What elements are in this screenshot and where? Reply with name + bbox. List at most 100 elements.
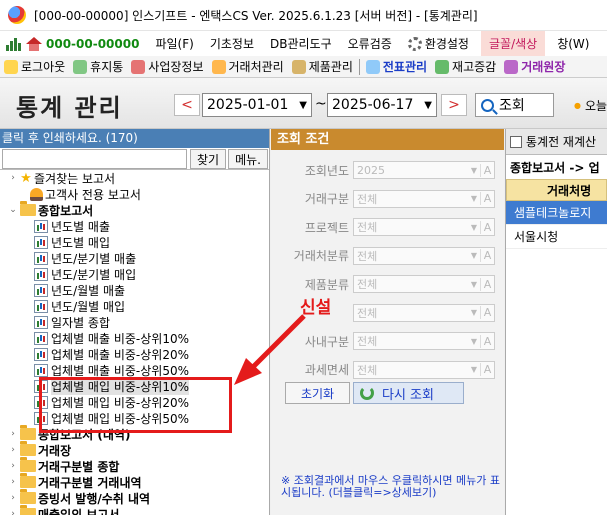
inventory-change-button[interactable]: 재고증감 (431, 56, 500, 78)
menu-basic-info[interactable]: 기초정보 (202, 31, 262, 56)
font-size-icon[interactable]: A (480, 363, 494, 376)
chevron-down-icon[interactable]: ⌄ (8, 205, 18, 215)
font-size-icon[interactable]: A (480, 220, 494, 234)
menu-file[interactable]: 파일(F) (147, 31, 201, 56)
tree-item[interactable]: 업체별 매출 비중-상위50% (34, 362, 189, 378)
prev-period-button[interactable]: < (174, 94, 200, 116)
condition-select[interactable]: 전체 ▼ A (353, 218, 495, 236)
menu-error-check[interactable]: 오류검증 (340, 31, 400, 56)
chevron-down-icon[interactable]: ▼ (468, 308, 480, 317)
next-period-button[interactable]: > (441, 94, 467, 116)
folder-icon (20, 201, 36, 216)
tree-item[interactable]: › 거래구분별 종합 (8, 457, 119, 474)
condition-select[interactable]: 전체 ▼ A (353, 189, 495, 208)
chevron-right-icon[interactable]: › (8, 173, 18, 183)
tree-item[interactable]: 년도별 매출 (34, 218, 110, 234)
tree-item[interactable]: 년도별 매입 (34, 234, 110, 250)
chevron-down-icon[interactable]: ▼ (468, 166, 480, 175)
chevron-down-icon[interactable]: ▼ (468, 223, 480, 232)
chevron-down-icon[interactable]: ▼ (468, 280, 480, 289)
key-icon (4, 59, 18, 74)
font-size-icon[interactable]: A (480, 192, 494, 205)
condition-select[interactable]: 전체 ▼ A (353, 246, 495, 265)
report-icon (34, 251, 48, 265)
chevron-right-icon[interactable]: › (8, 477, 18, 487)
font-size-icon[interactable]: A (480, 334, 494, 348)
people-icon (211, 59, 226, 74)
chevron-right-icon[interactable]: › (8, 429, 18, 439)
font-size-icon[interactable]: A (480, 163, 494, 177)
condition-select[interactable]: 2025 ▼ A (353, 161, 495, 179)
chevron-down-icon[interactable]: ▼ (468, 365, 480, 374)
tree-item[interactable]: › ★ 즐겨찾는 보고서 (8, 170, 115, 186)
table-row[interactable]: 샘플테크놀로지 (506, 201, 607, 225)
chevron-down-icon[interactable]: ▼ (468, 337, 480, 346)
tree-item[interactable]: › 증빙서 발행/수취 내역 (8, 489, 150, 506)
chevron-right-icon[interactable]: › (8, 509, 18, 515)
font-size-icon[interactable]: A (480, 306, 494, 319)
tree-item[interactable]: 업체별 매출 비중-상위10% (34, 330, 189, 346)
tree-item[interactable]: 년도/월별 매출 (34, 282, 125, 298)
chevron-down-icon[interactable]: ▼ (468, 251, 480, 260)
condition-row: 거래구분 전체 ▼ A (271, 189, 504, 208)
tree-item[interactable]: 일자별 종합 (34, 314, 110, 330)
search-button[interactable]: 조회 (475, 93, 554, 117)
table-row[interactable]: 서울시청 (506, 225, 607, 249)
tree-item[interactable]: 업체별 매출 비중-상위20% (34, 346, 189, 362)
menu-window[interactable]: 창(W) (549, 31, 597, 56)
report-icon (34, 267, 48, 281)
reset-button[interactable]: 초기화 (285, 382, 350, 404)
today-button[interactable]: 오늘 (574, 97, 607, 114)
product-management-button[interactable]: 제품관리 (288, 56, 357, 78)
column-header-client-name[interactable]: 거래처명 (506, 179, 607, 201)
find-button[interactable]: 찾기 (190, 149, 227, 169)
condition-select[interactable]: 전체 ▼ A (353, 275, 495, 293)
date-from-field[interactable]: 2025-01-01 ▼ (202, 93, 312, 117)
logout-button[interactable]: 로그아웃 (0, 56, 69, 78)
condition-label: 거래구분 (304, 192, 349, 206)
tree-item[interactable]: ⌄ 종합보고서 (8, 201, 93, 218)
home-icon[interactable] (26, 36, 42, 51)
chevron-down-icon[interactable]: ▼ (299, 100, 307, 111)
date-to-field[interactable]: 2025-06-17 ▼ (327, 93, 437, 117)
tree-item[interactable]: › 매출입외 보고서 (8, 505, 119, 515)
chevron-right-icon[interactable]: › (8, 493, 18, 503)
bar-chart-icon[interactable] (6, 37, 22, 51)
tree-item[interactable]: 고객사 전용 보고서 (18, 186, 141, 202)
tree-search-input[interactable] (2, 149, 187, 169)
tree-item[interactable]: 년도/분기별 매출 (34, 250, 136, 266)
tree-item[interactable]: 년도/분기별 매입 (34, 266, 136, 282)
tree-item[interactable]: 년도/월별 매입 (34, 298, 125, 314)
voucher-management-button[interactable]: 전표관리 (362, 56, 431, 78)
new-items-highlight-box (39, 377, 232, 433)
gear-icon (407, 36, 422, 51)
condition-select[interactable]: 전체 ▼ A (353, 360, 495, 379)
recalc-tab[interactable]: 통계전 재계산 (506, 129, 607, 155)
chevron-right-icon[interactable]: › (8, 461, 18, 471)
chevron-right-icon[interactable]: › (8, 445, 18, 455)
tree-item-label: 년도별 매입 (51, 235, 111, 250)
chevron-down-icon[interactable]: ▼ (424, 100, 432, 111)
client-management-button[interactable]: 거래처관리 (208, 56, 288, 78)
tree-item[interactable]: › 거래장 (8, 441, 71, 458)
condition-select[interactable]: 전체 ▼ A (353, 332, 495, 350)
condition-label: 제품분류 (304, 277, 349, 292)
new-items-annotation: 신설 (300, 298, 332, 318)
tree-item-label: 업체별 매출 비중-상위50% (51, 363, 189, 378)
retry-search-button[interactable]: 다시 조회 (353, 382, 464, 404)
font-size-icon[interactable]: A (480, 249, 494, 262)
font-size-icon[interactable]: A (480, 277, 494, 291)
menu-button[interactable]: 메뉴. (228, 149, 268, 169)
menu-font-color[interactable]: 글꼴/색상 (480, 31, 546, 56)
chevron-down-icon[interactable]: ▼ (468, 194, 480, 203)
menu-settings[interactable]: 환경설정 (400, 31, 477, 56)
trash-button[interactable]: 휴지통 (69, 56, 127, 78)
business-info-button[interactable]: 사업장정보 (127, 56, 207, 78)
transaction-ledger-button[interactable]: 거래원장 (500, 56, 569, 78)
tree-item[interactable]: › 거래구분별 거래내역 (8, 473, 142, 490)
condition-value: 전체 (357, 192, 378, 206)
menu-db-tools[interactable]: DB관리도구 (262, 31, 340, 56)
condition-select[interactable]: 전체 ▼ A (353, 303, 495, 322)
report-icon (34, 363, 48, 377)
client-management-label: 거래처관리 (228, 60, 284, 74)
